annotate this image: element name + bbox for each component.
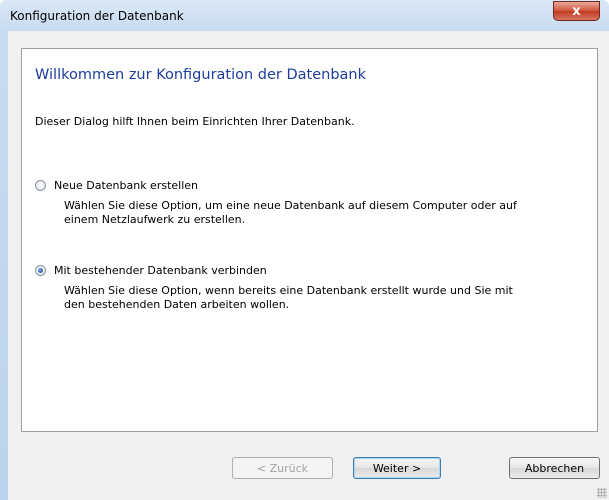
close-button[interactable]: x — [553, 1, 600, 21]
option-new-database-label[interactable]: Neue Datenbank erstellen — [54, 179, 198, 192]
dialog-window: Konfiguration der Datenbank x Willkommen… — [0, 0, 609, 500]
radio-new-database[interactable] — [35, 180, 46, 191]
next-button[interactable]: Weiter > — [353, 457, 441, 479]
window-title: Konfiguration der Datenbank — [10, 9, 184, 23]
radio-connect-database[interactable] — [35, 265, 46, 276]
intro-text: Dieser Dialog hilft Ihnen beim Einrichte… — [35, 115, 355, 128]
content-panel: Willkommen zur Konfiguration der Datenba… — [21, 48, 598, 432]
page-title: Willkommen zur Konfiguration der Datenba… — [35, 67, 367, 83]
cancel-button[interactable]: Abbrechen — [509, 457, 600, 479]
option-connect-database-label[interactable]: Mit bestehender Datenbank verbinden — [54, 264, 267, 277]
back-button[interactable]: < Zurück — [232, 457, 333, 479]
resize-grip[interactable] — [597, 488, 607, 498]
option-connect-database-description: Wählen Sie diese Option, wenn bereits ei… — [64, 284, 513, 311]
option-new-database-description: Wählen Sie diese Option, um eine neue Da… — [64, 199, 517, 226]
title-bar[interactable]: Konfiguration der Datenbank x — [0, 0, 609, 32]
close-icon: x — [572, 3, 581, 19]
